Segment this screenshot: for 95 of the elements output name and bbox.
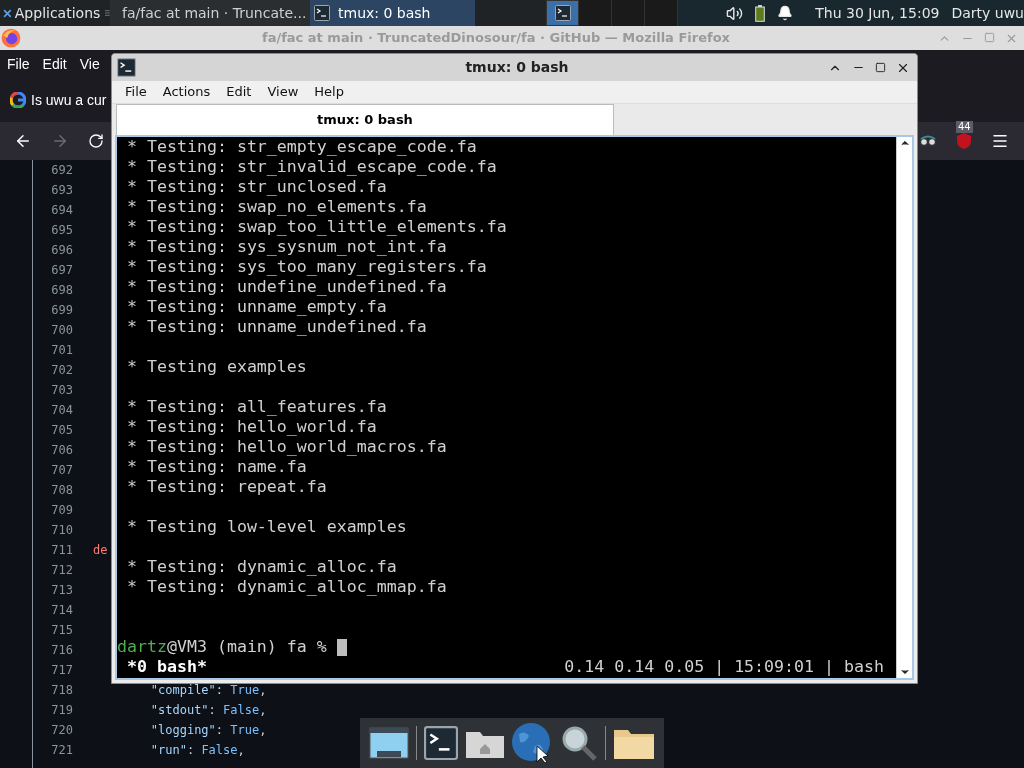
line-number: 699 <box>50 302 73 319</box>
output-line: * Testing: str_unclosed.fa <box>127 177 387 196</box>
window-list: *0 bash* <box>127 657 207 677</box>
taskbar-button[interactable]: tmux: 0 bash <box>310 0 475 26</box>
line-number: 717 <box>50 662 73 679</box>
line-number: 698 <box>50 282 73 299</box>
prompt-text: dartz@VM3 (main) fa % <box>117 637 328 657</box>
line-number: 720 <box>50 722 73 739</box>
line-number: 713 <box>50 582 73 599</box>
line-number: 714 <box>50 602 73 619</box>
battery-icon[interactable] <box>755 4 766 22</box>
line-number: 716 <box>50 642 73 659</box>
user-name[interactable]: Darty uwu <box>951 2 1024 24</box>
google-icon <box>10 92 26 108</box>
code-line: "compile": True, <box>149 682 267 699</box>
notification-icon[interactable] <box>777 5 794 21</box>
menu-item[interactable]: View <box>267 82 299 102</box>
counter-badge: 44 <box>956 121 973 133</box>
output-line: * Testing: sys_too_many_registers.fa <box>127 257 487 276</box>
line-number: 700 <box>50 322 73 339</box>
line-number: 695 <box>50 222 73 239</box>
line-number: 721 <box>50 742 73 759</box>
menu-item[interactable]: Actions <box>162 82 211 102</box>
code-line: "stdout": False, <box>149 702 267 719</box>
output-line: * Testing: sys_sysnum_not_int.fa <box>127 237 447 256</box>
clock[interactable]: Thu 30 Jun, 15:09 <box>815 2 940 24</box>
line-number: 707 <box>50 462 73 479</box>
output-line: * Testing examples <box>127 357 307 376</box>
output-line: * Testing: hello_world_macros.fa <box>127 437 447 456</box>
applications-menu[interactable]: Applications <box>14 2 101 24</box>
volume-icon[interactable] <box>726 4 744 22</box>
line-number: 692 <box>50 162 73 179</box>
workspace-button[interactable] <box>546 0 580 26</box>
line-number: 718 <box>50 682 73 699</box>
menu-icon[interactable] <box>991 132 1009 150</box>
output-line: * Testing: str_empty_escape_code.fa <box>127 137 477 156</box>
line-number: 719 <box>50 702 73 719</box>
window-title: fa/fac at main · TruncatedDinosour/fa · GitHub — Mozilla Firefox <box>262 29 730 48</box>
menu-item[interactable]: Help <box>314 82 344 102</box>
output-line: * Testing: all_features.fa <box>127 397 387 416</box>
menu-item[interactable]: File <box>125 82 147 102</box>
line-number: 697 <box>50 262 73 279</box>
output-line: * Testing: unname_empty.fa <box>127 297 387 316</box>
output-line: * Testing: dynamic_alloc.fa <box>127 557 397 576</box>
back-icon[interactable] <box>14 132 32 150</box>
output-line: * Testing: swap_no_elements.fa <box>127 197 427 216</box>
code-line: "logging": True, <box>149 722 267 739</box>
terminal-icon <box>314 5 330 21</box>
line-number: 694 <box>50 202 73 219</box>
taskbar-button[interactable]: fa/fac at main · Truncate... <box>110 0 310 26</box>
menu-item[interactable]: Edit <box>226 82 252 102</box>
status-info: 0.14 0.14 0.05 | 15:09:01 | bash <box>564 657 884 677</box>
cursor <box>336 638 347 656</box>
menu-item[interactable]: Edit <box>42 53 67 75</box>
line-number: 712 <box>50 562 73 579</box>
output-line: * Testing: undefine_undefined.fa <box>127 277 447 296</box>
line-number: 693 <box>50 182 73 199</box>
code-line: de <box>93 542 108 559</box>
line-number: 708 <box>50 482 73 499</box>
line-number: 696 <box>50 242 73 259</box>
terminal-tab[interactable]: tmux: 0 bash <box>116 104 614 135</box>
output-line: * Testing low-level examples <box>127 517 407 536</box>
line-number: 706 <box>50 442 73 459</box>
line-number: 701 <box>50 342 73 359</box>
reload-icon[interactable] <box>88 133 104 149</box>
line-number: 705 <box>50 422 73 439</box>
output-line: * Testing: unname_undefined.fa <box>127 317 427 336</box>
window-title: tmux: 0 bash <box>465 58 569 77</box>
line-number: 703 <box>50 382 73 399</box>
line-number: 709 <box>50 502 73 519</box>
output-line: * Testing: str_invalid_escape_code.fa <box>127 157 497 176</box>
output-line: * Testing: dynamic_alloc_mmap.fa <box>127 577 447 596</box>
line-number: 715 <box>50 622 73 639</box>
output-line: * Testing: repeat.fa <box>127 477 327 496</box>
maximize-icon[interactable] <box>875 62 886 73</box>
output-line: * Testing: hello_world.fa <box>127 417 377 436</box>
menu-icon <box>105 8 110 18</box>
scrollbar[interactable] <box>896 137 912 678</box>
line-number: 711 <box>50 542 73 559</box>
line-number: 704 <box>50 402 73 419</box>
output-line: * Testing: name.fa <box>127 457 307 476</box>
terminal-icon <box>117 58 136 77</box>
browser-tab[interactable]: Is uwu a cur <box>10 85 107 115</box>
menu-item[interactable]: File <box>7 53 30 75</box>
window-icon[interactable] <box>369 727 410 759</box>
firefox-icon <box>1 28 21 48</box>
terminal-icon <box>423 726 458 760</box>
menu-item[interactable]: Vie <box>79 53 100 75</box>
code-line: "run": False, <box>149 742 245 759</box>
line-number: 710 <box>50 522 73 539</box>
line-number: 702 <box>50 362 73 379</box>
output-line: * Testing: swap_too_little_elements.fa <box>127 217 507 236</box>
search-icon[interactable] <box>560 724 599 762</box>
glasses-icon[interactable] <box>919 134 937 148</box>
terminal-icon <box>554 5 571 21</box>
